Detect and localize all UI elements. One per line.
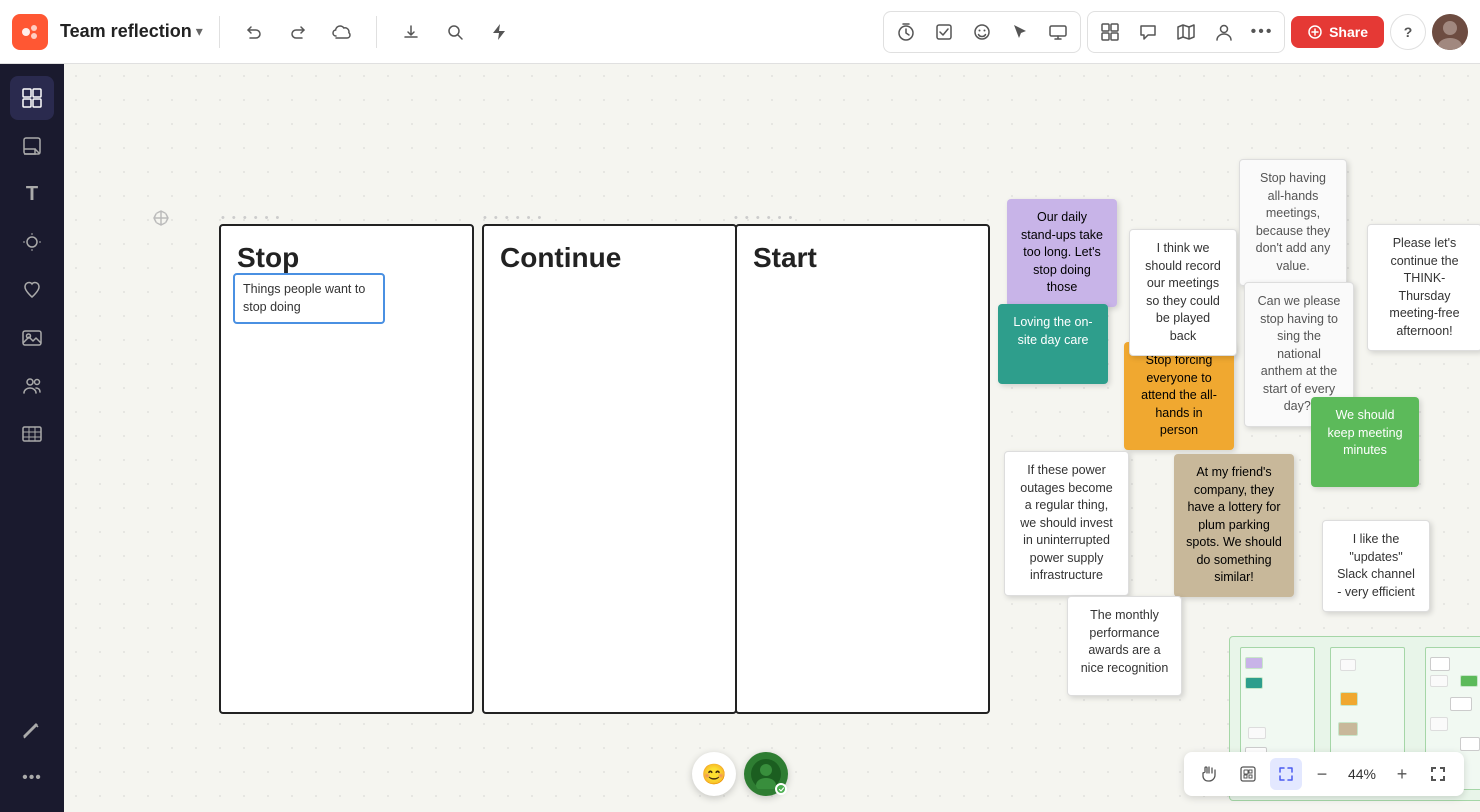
zoom-plus-icon: + — [1397, 764, 1408, 785]
sticky-daycare[interactable]: Loving the on-site day care — [998, 304, 1108, 384]
sidebar-item-shapes[interactable] — [10, 220, 54, 264]
cloud-save-button[interactable] — [324, 14, 360, 50]
toolbar-divider-1 — [219, 16, 220, 48]
more-button[interactable]: ••• — [1244, 14, 1280, 50]
timer-button[interactable] — [888, 14, 924, 50]
text-tool-icon: T — [26, 183, 38, 206]
sticky-power-outages[interactable]: If these power outages become a regular … — [1004, 451, 1129, 596]
sticky-daily-standups[interactable]: Our daily stand-ups take too long. Let's… — [1007, 199, 1117, 307]
user-presence-avatar[interactable] — [744, 752, 788, 796]
sidebar-more-icon: ••• — [22, 769, 42, 787]
sticky-allhands-person[interactable]: Stop forcing everyone to attend the all-… — [1124, 342, 1234, 450]
zoom-minus-icon: − — [1317, 764, 1328, 785]
zoom-level-display: 44% — [1342, 766, 1382, 782]
sticky-record-meetings[interactable]: I think we should record our meetings so… — [1129, 229, 1237, 356]
board-title: Team reflection — [60, 21, 192, 42]
left-sidebar: T ••• — [0, 64, 64, 812]
help-icon: ? — [1404, 24, 1413, 40]
fullscreen-button[interactable] — [1422, 758, 1454, 790]
more-icon: ••• — [1251, 23, 1274, 41]
share-label: Share — [1329, 24, 1368, 40]
sticky-think-thursday[interactable]: Please let's continue the THINK-Thursday… — [1367, 224, 1480, 351]
sidebar-item-tables[interactable] — [10, 412, 54, 456]
sidebar-item-templates[interactable] — [10, 268, 54, 312]
stop-frame-dots: • • • • • • — [221, 212, 281, 224]
stop-text-content: Things people want to stop doing — [243, 282, 365, 314]
sticky-parking-lottery[interactable]: At my friend's company, they have a lott… — [1174, 454, 1294, 597]
zoom-in-button[interactable]: + — [1388, 760, 1416, 788]
right-toolbar-group-2: ••• — [1087, 11, 1285, 53]
chat-button[interactable] — [1130, 14, 1166, 50]
sidebar-item-frames[interactable] — [10, 76, 54, 120]
continue-frame-title: Continue — [500, 242, 719, 274]
continue-frame: Continue — [482, 224, 737, 714]
start-frame: Start — [735, 224, 990, 714]
app-logo[interactable] — [12, 14, 48, 50]
title-chevron-icon: ▾ — [196, 23, 203, 40]
minimap-button[interactable] — [1232, 758, 1264, 790]
search-button[interactable] — [437, 14, 473, 50]
sticky-performance-awards[interactable]: The monthly performance awards are a nic… — [1067, 596, 1182, 696]
top-toolbar: Team reflection ▾ — [0, 0, 1480, 64]
user-button[interactable] — [1206, 14, 1242, 50]
toolbar-divider-2 — [376, 16, 377, 48]
share-button[interactable]: Share — [1291, 16, 1384, 48]
presence-indicator — [775, 783, 787, 795]
user-avatar[interactable] — [1432, 14, 1468, 50]
emoji-icon: 😊 — [702, 762, 727, 787]
move-handle-icon[interactable] — [152, 209, 170, 232]
fit-view-button[interactable] — [1270, 758, 1302, 790]
emoji-button[interactable]: 😊 — [692, 752, 736, 796]
sidebar-item-more[interactable]: ••• — [10, 756, 54, 800]
stop-frame-title: Stop — [237, 242, 456, 274]
sidebar-item-images[interactable] — [10, 316, 54, 360]
stop-frame: Stop Things people want to stop doing — [219, 224, 474, 714]
right-toolbar: ••• Share ? — [883, 11, 1468, 53]
stop-text-input[interactable]: Things people want to stop doing — [233, 273, 385, 324]
zoom-out-button[interactable]: − — [1308, 760, 1336, 788]
undo-button[interactable] — [236, 14, 272, 50]
sticky-no-allhands[interactable]: Stop having all-hands meetings, because … — [1239, 159, 1347, 286]
sticky-slack-channel[interactable]: I like the "updates" Slack channel - ver… — [1322, 520, 1430, 612]
sticky-meeting-minutes[interactable]: We should keep meeting minutes — [1311, 397, 1419, 487]
reactions-button[interactable] — [964, 14, 1000, 50]
redo-button[interactable] — [280, 14, 316, 50]
sidebar-item-pen[interactable] — [10, 708, 54, 752]
title-area[interactable]: Team reflection ▾ — [60, 21, 203, 42]
bottom-toolbar: 😊 — [692, 752, 788, 796]
checkmark-button[interactable] — [926, 14, 962, 50]
start-frame-dots: • • • • • • — [734, 212, 794, 224]
right-toolbar-group-1 — [883, 11, 1081, 53]
sidebar-item-text[interactable]: T — [10, 172, 54, 216]
present-button[interactable] — [1040, 14, 1076, 50]
flash-button[interactable] — [481, 14, 517, 50]
continue-frame-dots: • • • • • • — [483, 212, 543, 224]
download-button[interactable] — [393, 14, 429, 50]
canvas[interactable]: • • • • • • • • • • • • • • • • • • Stop… — [64, 64, 1480, 812]
layout-button[interactable] — [1092, 14, 1128, 50]
zoom-controls: − 44% + — [1184, 752, 1464, 796]
start-frame-title: Start — [753, 242, 972, 274]
sidebar-item-stickies[interactable] — [10, 124, 54, 168]
hand-tool-button[interactable] — [1194, 758, 1226, 790]
sidebar-item-people[interactable] — [10, 364, 54, 408]
map-button[interactable] — [1168, 14, 1204, 50]
cursor-button[interactable] — [1002, 14, 1038, 50]
help-button[interactable]: ? — [1390, 14, 1426, 50]
